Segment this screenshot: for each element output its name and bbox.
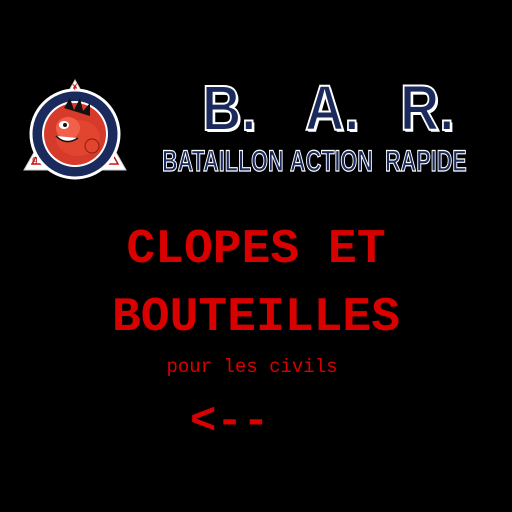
svg-text:Y: Y — [71, 83, 78, 93]
title-line-1: CLOPES ET — [126, 223, 386, 277]
back-arrow-button[interactable]: <-- — [190, 396, 269, 448]
mascot-emblem-icon: Y g — [23, 78, 127, 180]
svg-text:g: g — [32, 155, 38, 165]
acronym-letter-b: B. — [201, 72, 257, 144]
word-bataillon: BATAILLON — [162, 145, 284, 178]
title-line-2: BOUTEILLES — [111, 291, 401, 345]
word-rapide: RAPIDE — [385, 145, 467, 178]
bar-wordmark: B. A. R. BATAILLON ACTION RAPIDE — [160, 72, 470, 180]
subtitle: pour les civils — [166, 356, 338, 378]
word-action: ACTION — [290, 145, 374, 178]
acronym-letter-a: A. — [304, 72, 360, 144]
acronym-letter-r: R. — [399, 72, 455, 144]
bar-emblem-logo: Y g — [20, 76, 130, 186]
screen: Y g B. A. R. BATAILLON ACTION RAPIDE CLO… — [0, 0, 512, 512]
